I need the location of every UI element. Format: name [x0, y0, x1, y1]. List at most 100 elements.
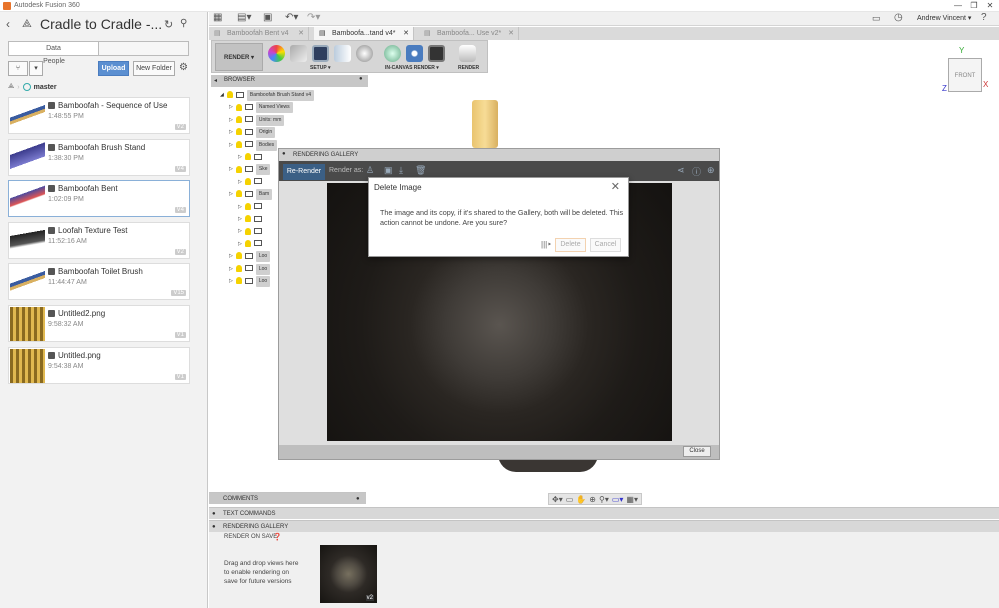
- file-name[interactable]: Untitled.png: [58, 351, 101, 360]
- upload-button[interactable]: Upload: [98, 61, 129, 76]
- hub-icon[interactable]: ⟁: [22, 18, 32, 31]
- display-settings-icon[interactable]: ▭▾: [612, 495, 624, 504]
- expand-triangle-icon[interactable]: ▷: [229, 166, 233, 172]
- file-thumbnail[interactable]: [10, 348, 45, 383]
- scene-settings-icon[interactable]: [290, 45, 307, 62]
- visibility-bulb-icon[interactable]: [235, 103, 242, 111]
- file-thumbnail[interactable]: [10, 140, 45, 175]
- browser-node[interactable]: ▷: [238, 177, 271, 188]
- download-icon[interactable]: ⤓: [399, 165, 403, 176]
- browser-node[interactable]: ▷ Ske: [229, 164, 271, 176]
- close-icon[interactable]: ✕: [508, 27, 514, 40]
- expand-triangle-icon[interactable]: ▷: [229, 278, 233, 284]
- close-gallery-button[interactable]: Close: [683, 446, 711, 457]
- file-name[interactable]: Bamboofah Bent: [58, 184, 118, 193]
- expand-triangle-icon[interactable]: ▷: [229, 129, 233, 135]
- in-canvas-render-menu-label[interactable]: IN-CANVAS RENDER ▾: [385, 65, 439, 71]
- help-icon[interactable]: ?: [981, 12, 987, 23]
- hub-icon[interactable]: ⟁: [8, 83, 14, 91]
- help-icon[interactable]: ❓: [273, 533, 282, 541]
- visibility-bulb-icon[interactable]: [226, 91, 233, 99]
- search-icon[interactable]: ⚲: [180, 18, 187, 29]
- close-icon[interactable]: ✕: [298, 27, 304, 40]
- browser-node[interactable]: ▷: [238, 202, 271, 213]
- render-quality-icon[interactable]: ♙: [366, 165, 374, 176]
- version-badge[interactable]: V2: [174, 124, 186, 130]
- browser-node[interactable]: ▷ Loo: [229, 276, 271, 287]
- visibility-bulb-icon[interactable]: [244, 153, 251, 161]
- grid-settings-icon[interactable]: ▦▾: [626, 495, 638, 504]
- expand-triangle-icon[interactable]: ▷: [229, 142, 233, 148]
- clock-icon[interactable]: ◷: [894, 12, 903, 23]
- file-thumbnail[interactable]: [10, 99, 45, 133]
- browser-node[interactable]: ▷ Bam: [229, 189, 273, 201]
- visibility-bulb-icon[interactable]: [235, 115, 242, 123]
- expand-icon[interactable]: ●: [212, 508, 216, 520]
- comments-panel[interactable]: COMMENTS ●: [209, 492, 366, 504]
- expand-triangle-icon[interactable]: ▷: [229, 117, 233, 123]
- look-at-icon[interactable]: ▭: [566, 495, 574, 504]
- file-name[interactable]: Bamboofah - Sequence of Use: [58, 101, 167, 110]
- share-icon[interactable]: ⋖: [677, 165, 685, 176]
- re-render-button[interactable]: Re-Render: [283, 164, 325, 180]
- pan-icon[interactable]: ✋: [576, 495, 586, 504]
- visibility-bulb-icon[interactable]: [235, 252, 242, 260]
- user-name[interactable]: Andrew Vincent ▾: [917, 14, 971, 22]
- file-card[interactable]: Untitled2.png 9:58:32 AM V1: [8, 305, 190, 342]
- browser-node[interactable]: ▷ Origin: [229, 127, 276, 139]
- environment-icon[interactable]: [356, 45, 373, 62]
- tab-data[interactable]: Data: [9, 42, 99, 55]
- expand-triangle-icon[interactable]: ▷: [238, 179, 242, 185]
- browser-node[interactable]: ▷ Named Views: [229, 102, 293, 114]
- collapse-icon[interactable]: ◂: [214, 77, 217, 84]
- file-name[interactable]: Bamboofah Toilet Brush: [58, 267, 143, 276]
- trash-icon[interactable]: 🗑: [415, 165, 426, 176]
- browser-node[interactable]: ▷: [238, 239, 271, 250]
- text-commands-panel[interactable]: ● TEXT COMMANDS: [209, 507, 999, 519]
- visibility-bulb-icon[interactable]: [235, 277, 242, 285]
- close-icon[interactable]: ✕: [403, 27, 409, 40]
- visibility-bulb-icon[interactable]: [244, 215, 251, 223]
- tab-document[interactable]: ▤ Bamboofah Bent v4 ✕: [209, 27, 309, 40]
- capture-image-icon[interactable]: [428, 45, 445, 62]
- expand-triangle-icon[interactable]: ◢: [220, 92, 224, 98]
- workspace-switcher[interactable]: RENDER ▾: [215, 43, 263, 71]
- browser-node[interactable]: ▷: [238, 152, 271, 163]
- version-badge[interactable]: V2: [174, 248, 186, 255]
- file-name[interactable]: Untitled2.png: [58, 309, 105, 318]
- cancel-button[interactable]: Cancel: [590, 238, 621, 252]
- browser-pin-icon[interactable]: ●: [359, 76, 363, 82]
- branch-dropdown-button[interactable]: ▾: [29, 61, 43, 76]
- file-thumbnail[interactable]: [10, 223, 45, 258]
- expand-triangle-icon[interactable]: ▷: [229, 253, 233, 259]
- zoom-icon[interactable]: ⊕: [589, 495, 596, 504]
- browser-node[interactable]: ▷: [238, 214, 271, 225]
- version-badge[interactable]: V15: [171, 290, 186, 297]
- zoom-window-icon[interactable]: ⚲▾: [599, 495, 609, 504]
- expand-triangle-icon[interactable]: ▷: [238, 228, 242, 234]
- save-icon[interactable]: ▣: [263, 12, 272, 23]
- visibility-bulb-icon[interactable]: [244, 177, 251, 185]
- close-window-button[interactable]: ✕: [983, 1, 997, 10]
- texture-map-icon[interactable]: [312, 45, 329, 62]
- visibility-bulb-icon[interactable]: [235, 264, 242, 272]
- file-card[interactable]: Bamboofah Brush Stand 1:38:30 PM V4: [8, 138, 190, 176]
- expand-triangle-icon[interactable]: ▷: [238, 154, 242, 160]
- visibility-bulb-icon[interactable]: [244, 239, 251, 247]
- visibility-bulb-icon[interactable]: [235, 128, 242, 136]
- undo-icon[interactable]: ↶▾: [285, 12, 298, 23]
- visibility-bulb-icon[interactable]: [244, 227, 251, 235]
- visibility-bulb-icon[interactable]: [235, 190, 242, 198]
- file-thumbnail[interactable]: [10, 265, 45, 300]
- expand-triangle-icon[interactable]: ▷: [229, 104, 233, 110]
- rendering-gallery-collapse-icon[interactable]: ●: [282, 151, 286, 157]
- file-name[interactable]: Bamboofah Brush Stand: [58, 143, 145, 152]
- browser-node[interactable]: ▷ Loo: [229, 263, 271, 275]
- version-badge[interactable]: V1: [174, 332, 186, 338]
- orbit-icon[interactable]: ✥▾: [552, 495, 563, 504]
- render-menu-label[interactable]: RENDER: [458, 65, 479, 71]
- model-brush-handle[interactable]: [472, 100, 498, 148]
- save-image-icon[interactable]: ▣: [384, 165, 393, 176]
- visibility-bulb-icon[interactable]: [244, 202, 251, 210]
- gallery-thumbnail[interactable]: v2: [320, 545, 377, 603]
